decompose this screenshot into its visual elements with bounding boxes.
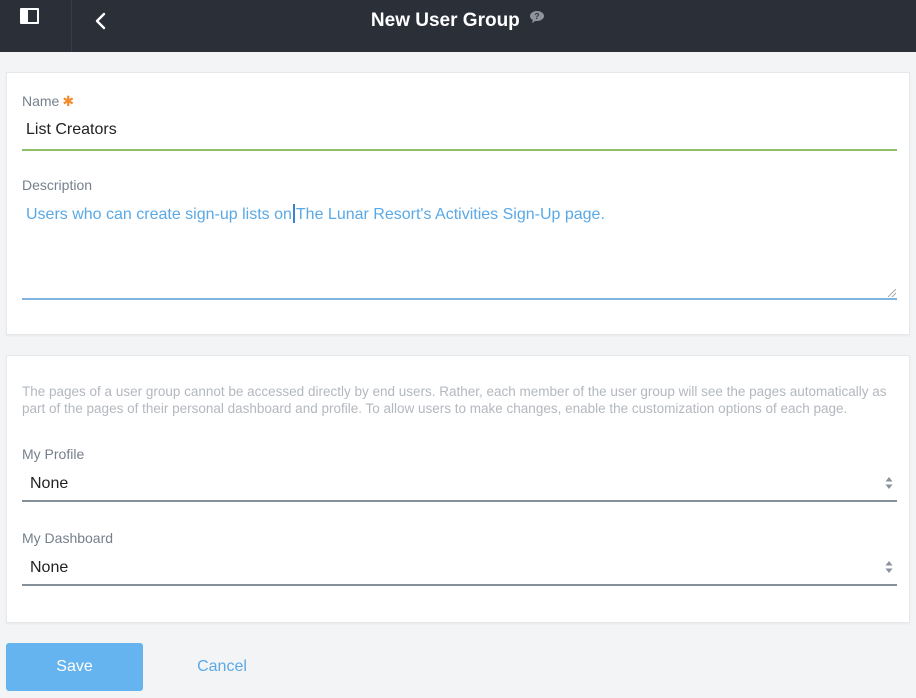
details-card: Name✱ Description Users who can create s… (6, 72, 910, 335)
description-text-before: Users who can create sign-up lists on (26, 206, 292, 223)
select-arrows-icon (885, 561, 893, 573)
select-arrows-icon (885, 477, 893, 489)
name-label-text: Name (22, 93, 60, 109)
description-textarea[interactable]: Users who can create sign-up lists on The… (22, 199, 897, 300)
top-bar: New User Group ? (0, 0, 916, 52)
my-profile-label: My Profile (22, 446, 85, 462)
speech-bubble-help-icon[interactable]: ? (529, 8, 545, 30)
pages-info-text: The pages of a user group cannot be acce… (22, 384, 887, 416)
name-input[interactable] (22, 115, 897, 151)
my-profile-select[interactable]: None (22, 466, 897, 502)
my-profile-value: None (30, 475, 69, 492)
text-caret (292, 204, 295, 223)
pages-card: The pages of a user group cannot be acce… (6, 355, 910, 623)
name-label: Name ✱ (22, 93, 74, 110)
my-dashboard-label: My Dashboard (22, 530, 114, 546)
cancel-button[interactable]: Cancel (160, 643, 284, 691)
my-dashboard-value: None (30, 559, 69, 576)
required-marker: ✱ (62, 93, 75, 109)
description-text-after: The Lunar Resort's Activities Sign-Up pa… (295, 206, 605, 223)
my-dashboard-select[interactable]: None (22, 550, 897, 586)
page-title-wrap: New User Group ? (0, 10, 916, 32)
save-button[interactable]: Save (6, 643, 143, 691)
description-label: Description (22, 177, 93, 193)
resize-grip-icon[interactable] (888, 289, 896, 297)
page-title: New User Group (370, 10, 520, 31)
svg-text:?: ? (535, 12, 540, 21)
